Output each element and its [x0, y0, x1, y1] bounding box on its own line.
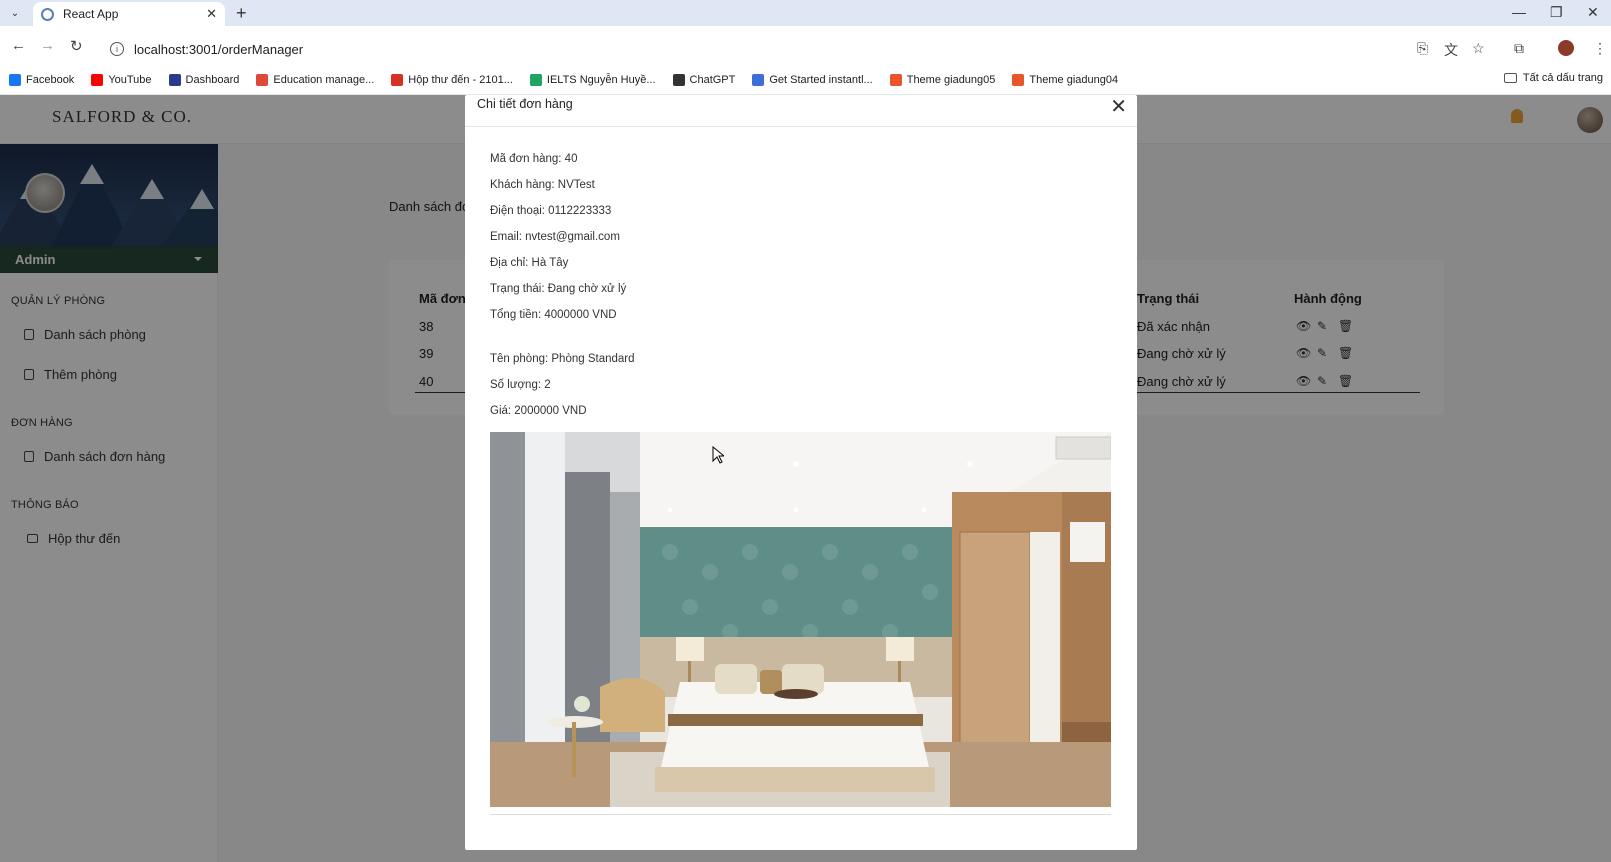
- bookmark-favicon-icon: [672, 74, 685, 86]
- bookmark-label: YouTube: [108, 74, 152, 86]
- bookmark-item[interactable]: ChatGPT: [672, 74, 736, 86]
- bookmark-label: IELTS Nguyễn Huyề...: [546, 74, 656, 86]
- bookmark-favicon-icon: [91, 74, 104, 86]
- modal-header: Chi tiết đơn hàng ✕: [465, 95, 1137, 127]
- bookmark-label: Dashboard: [185, 74, 240, 86]
- bookmark-item[interactable]: Theme giadung05: [889, 74, 996, 86]
- close-icon[interactable]: ✕: [1110, 94, 1127, 119]
- bookmark-item[interactable]: Theme giadung04: [1012, 74, 1118, 86]
- bookmark-favicon-icon: [391, 74, 404, 86]
- react-icon: [41, 7, 54, 21]
- bookmark-label: Facebook: [26, 74, 75, 86]
- bookmark-favicon-icon: [529, 74, 542, 86]
- bookmark-favicon-icon: [256, 74, 269, 86]
- profile-avatar-icon[interactable]: [1558, 40, 1574, 56]
- bookmark-favicon-icon: [1012, 74, 1025, 86]
- modal-divider: [490, 814, 1111, 815]
- bookmark-label: Hộp thư đến - 2101...: [408, 74, 513, 86]
- bookmarks-bar: Facebook YouTube Dashboard Education manage…: [0, 66, 1611, 95]
- window-close-icon[interactable]: ✕: [1587, 4, 1599, 21]
- extensions-icon[interactable]: ⧉: [1514, 40, 1524, 57]
- install-app-icon[interactable]: ⎘: [1417, 40, 1428, 57]
- bookmark-label: ChatGPT: [689, 74, 736, 86]
- minimize-icon[interactable]: —: [1512, 4, 1526, 20]
- forward-icon[interactable]: →: [40, 37, 55, 54]
- bookmark-item[interactable]: Facebook: [9, 74, 74, 86]
- bookmark-item[interactable]: Education manage...: [256, 74, 374, 86]
- tab-title: React App: [63, 7, 119, 21]
- bookmark-label: Education manage...: [273, 74, 375, 86]
- all-bookmarks[interactable]: Tất cả dấu trang: [1503, 72, 1603, 84]
- bookmark-item[interactable]: Get Started instantl...: [752, 74, 873, 86]
- bookmark-favicon-icon: [168, 74, 181, 86]
- menu-icon[interactable]: ⋮: [1593, 40, 1607, 57]
- browser-tabbar: ⌄ React App ✕ + — ❐ ✕: [0, 0, 1611, 26]
- mouse-cursor-icon: [712, 446, 724, 464]
- customer-field: Khách hàng: NVTest: [490, 179, 595, 191]
- browser-tab[interactable]: React App ✕: [33, 2, 225, 26]
- bookmark-item[interactable]: YouTube: [91, 74, 152, 86]
- room-image: [490, 432, 1111, 807]
- tab-search-icon[interactable]: ⌄: [6, 4, 24, 22]
- bookmark-item[interactable]: Hộp thư đến - 2101...: [391, 74, 513, 86]
- all-bookmarks-label: Tất cả dấu trang: [1522, 72, 1603, 84]
- back-icon[interactable]: ←: [11, 37, 26, 54]
- tab-close-icon[interactable]: ✕: [206, 6, 217, 22]
- bookmark-favicon-icon: [9, 74, 21, 86]
- url-text: localhost:3001/orderManager: [134, 41, 304, 57]
- order-id-field: Mã đơn hàng: 40: [490, 153, 578, 165]
- order-detail-modal: Chi tiết đơn hàng ✕ Mã đơn hàng: 40 Khác…: [465, 95, 1137, 850]
- price-field: Giá: 2000000 VND: [490, 405, 587, 417]
- room-name-field: Tên phòng: Phòng Standard: [490, 353, 635, 365]
- reload-icon[interactable]: ↻: [70, 37, 83, 55]
- status-field: Trạng thái: Đang chờ xử lý: [490, 283, 627, 295]
- bookmark-favicon-icon: [752, 74, 765, 86]
- total-field: Tổng tiền: 4000000 VND: [490, 309, 617, 321]
- phone-field: Điện thoại: 0112223333: [490, 205, 612, 217]
- site-info-icon[interactable]: i: [110, 42, 124, 56]
- address-field: Địa chỉ: Hà Tây: [490, 257, 569, 269]
- bookmark-item[interactable]: Dashboard: [168, 74, 240, 86]
- bookmark-star-icon[interactable]: ☆: [1472, 40, 1485, 57]
- bookmark-label: Theme giadung05: [906, 74, 996, 86]
- restore-icon[interactable]: ❐: [1550, 4, 1563, 21]
- bookmark-label: Theme giadung04: [1029, 74, 1119, 86]
- email-field: Email: nvtest@gmail.com: [490, 231, 620, 243]
- translate-icon[interactable]: 文: [1444, 40, 1458, 60]
- bookmark-item[interactable]: IELTS Nguyễn Huyề...: [529, 74, 656, 86]
- bookmark-favicon-icon: [889, 74, 902, 86]
- bookmark-label: Get Started instantl...: [769, 74, 873, 86]
- new-tab-button[interactable]: +: [236, 3, 247, 24]
- folder-icon: [1503, 73, 1517, 83]
- quantity-field: Số lượng: 2: [490, 379, 551, 391]
- url-bar[interactable]: i localhost:3001/orderManager: [100, 36, 1390, 62]
- modal-title: Chi tiết đơn hàng: [477, 97, 573, 111]
